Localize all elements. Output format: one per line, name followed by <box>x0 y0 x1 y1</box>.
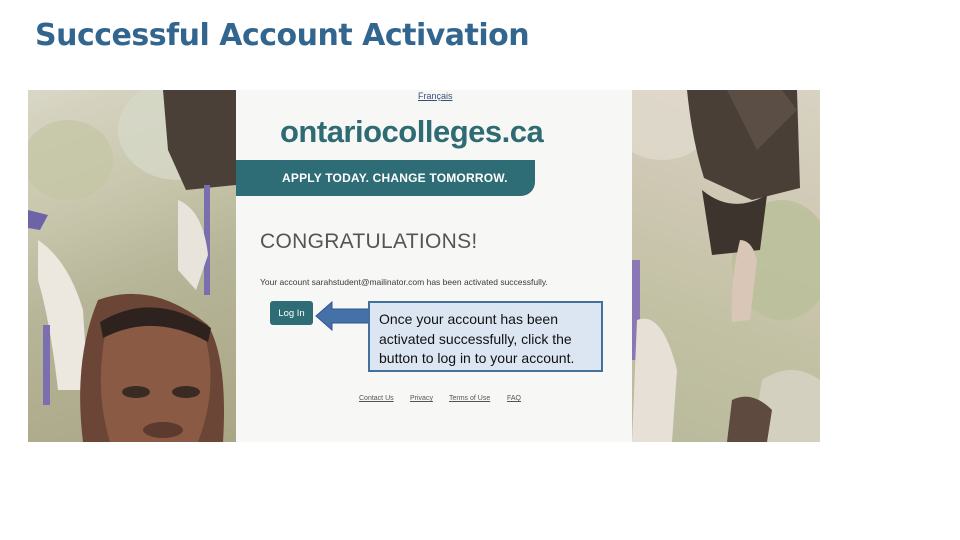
graduates-photo-left <box>28 90 236 442</box>
ontariocolleges-logo: ontariocolleges.ca <box>280 114 544 149</box>
congratulations-heading: CONGRATULATIONS! <box>260 230 478 253</box>
footer-contact-us-link[interactable]: Contact Us <box>359 395 394 402</box>
slide-title: Successful Account Activation <box>35 18 530 53</box>
instruction-callout: Once your account has been activated suc… <box>368 301 603 372</box>
pointer-arrow <box>315 301 371 331</box>
footer-faq-link[interactable]: FAQ <box>507 395 521 402</box>
webpage-screenshot: Français ontariocolleges.ca APPLY TODAY.… <box>28 90 820 442</box>
footer-terms-link[interactable]: Terms of Use <box>449 395 490 402</box>
language-link[interactable]: Français <box>418 91 453 101</box>
footer-privacy-link[interactable]: Privacy <box>410 395 433 402</box>
activation-page: Français ontariocolleges.ca APPLY TODAY.… <box>236 90 632 442</box>
activation-message: Your account sarahstudent@mailinator.com… <box>260 277 548 287</box>
login-button[interactable]: Log In <box>270 301 313 325</box>
graduates-photo-right <box>632 90 820 442</box>
tagline-text: APPLY TODAY. CHANGE TOMORROW. <box>282 171 508 185</box>
callout-text: Once your account has been activated suc… <box>379 311 575 366</box>
tagline-banner: APPLY TODAY. CHANGE TOMORROW. <box>236 160 535 196</box>
